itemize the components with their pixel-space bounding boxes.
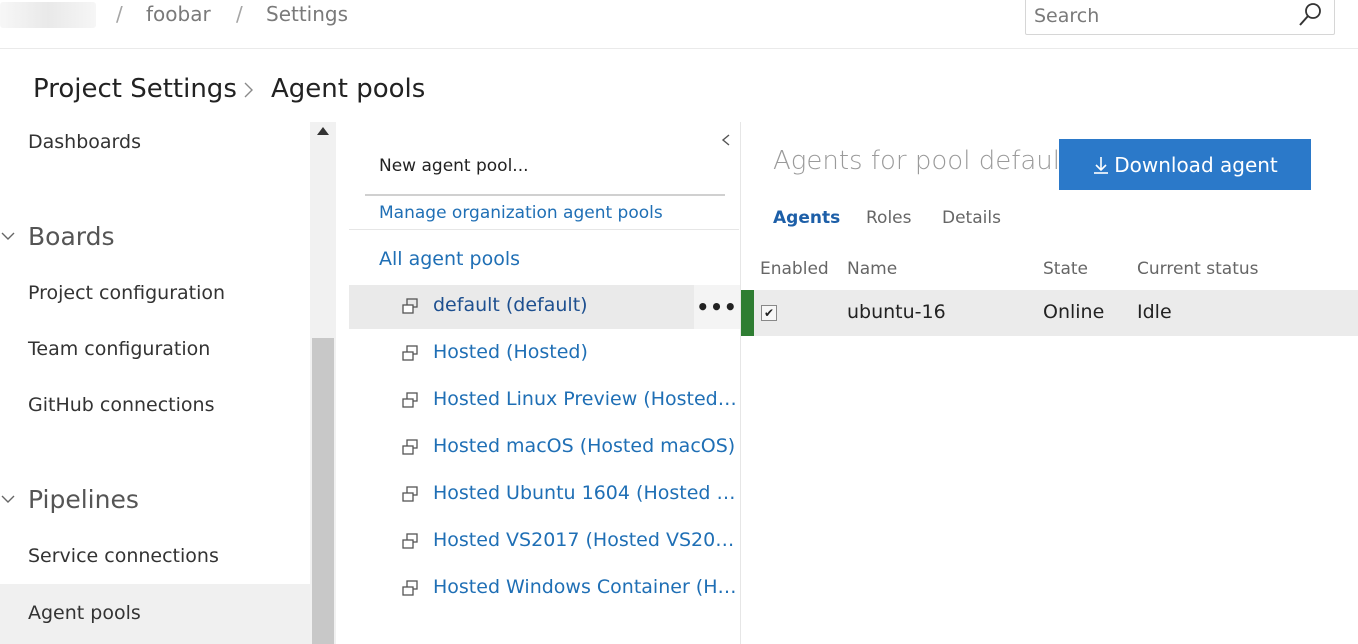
pool-item-label: Hosted Ubuntu 1604 (Hosted Ubuntu 1604) <box>433 482 738 504</box>
manage-organization-agent-pools-link[interactable]: Manage organization agent pools <box>379 203 663 223</box>
pool-item-hosted-ubuntu-1604[interactable]: Hosted Ubuntu 1604 (Hosted Ubuntu 1604) <box>349 473 740 517</box>
nav-item-dashboards[interactable]: Dashboards <box>28 131 141 153</box>
nav-item-github-connections[interactable]: GitHub connections <box>28 394 214 416</box>
agent-pool-icon <box>402 345 418 361</box>
divider <box>365 194 725 196</box>
pool-item-hosted-macos[interactable]: Hosted macOS (Hosted macOS) <box>349 426 740 470</box>
pool-item-label: Hosted Linux Preview (Hosted Linux Previ… <box>433 388 738 410</box>
agent-pool-icon <box>402 486 418 502</box>
enabled-checkbox[interactable]: ✔ <box>761 305 777 321</box>
scroll-up-arrow-icon[interactable] <box>316 126 330 136</box>
column-header-enabled[interactable]: Enabled <box>760 259 829 279</box>
search-box[interactable] <box>1025 0 1335 35</box>
new-agent-pool-button[interactable]: New agent pool... <box>379 156 529 176</box>
agents-panel-title: Agents for pool default <box>773 146 1071 176</box>
download-agent-button[interactable]: Download agent <box>1059 139 1311 190</box>
pool-item-hosted[interactable]: Hosted (Hosted) <box>349 332 740 376</box>
collapse-panel-chevron-icon[interactable] <box>720 132 732 148</box>
nav-item-project-configuration[interactable]: Project configuration <box>28 282 225 304</box>
pool-item-label: Hosted Windows Container (Hosted Windows… <box>433 576 738 598</box>
tab-agents[interactable]: Agents <box>773 208 840 228</box>
tab-roles[interactable]: Roles <box>866 208 912 228</box>
pool-item-label: Hosted VS2017 (Hosted VS2017) <box>433 529 738 551</box>
divider <box>349 229 739 230</box>
agent-current-status: Idle <box>1137 301 1172 323</box>
nav-scrollbar-thumb[interactable] <box>312 338 334 644</box>
agent-pool-icon <box>402 580 418 596</box>
agent-pool-icon <box>402 298 418 314</box>
agent-name[interactable]: ubuntu-16 <box>847 301 946 323</box>
chevron-right-icon <box>244 82 253 98</box>
pool-item-label: Hosted (Hosted) <box>433 341 588 363</box>
chevron-down-icon[interactable] <box>0 493 16 505</box>
tab-details[interactable]: Details <box>942 208 1001 228</box>
breadcrumb-separator: / <box>116 2 123 26</box>
pool-item-default[interactable]: default (default) ••• <box>349 285 740 329</box>
agent-pool-icon <box>402 439 418 455</box>
more-options-button[interactable]: ••• <box>694 285 740 329</box>
download-agent-label: Download agent <box>1114 152 1278 177</box>
column-header-state[interactable]: State <box>1043 259 1088 279</box>
search-input[interactable] <box>1034 3 1284 29</box>
nav-section-boards[interactable]: Boards <box>28 222 115 251</box>
breadcrumb-project[interactable]: foobar <box>146 2 211 26</box>
pool-item-hosted-linux-preview[interactable]: Hosted Linux Preview (Hosted Linux Previ… <box>349 379 740 423</box>
nav-item-team-configuration[interactable]: Team configuration <box>28 338 210 360</box>
agent-state: Online <box>1043 301 1105 323</box>
pool-item-label: default (default) <box>433 294 588 316</box>
page-title: Agent pools <box>271 74 426 104</box>
breadcrumb-settings[interactable]: Settings <box>266 2 348 26</box>
nav-item-service-connections[interactable]: Service connections <box>28 545 219 567</box>
pool-item-hosted-vs2017[interactable]: Hosted VS2017 (Hosted VS2017) <box>349 520 740 564</box>
nav-section-pipelines[interactable]: Pipelines <box>28 485 139 514</box>
breadcrumb-separator: / <box>236 2 243 26</box>
pool-item-hosted-windows-container[interactable]: Hosted Windows Container (Hosted Windows… <box>349 567 740 611</box>
organization-name-blurred[interactable] <box>0 2 96 28</box>
nav-item-agent-pools[interactable]: Agent pools <box>28 602 141 624</box>
table-row[interactable]: ✔ ubuntu-16 Online Idle <box>741 290 1358 336</box>
search-icon[interactable] <box>1296 1 1324 29</box>
all-agent-pools-link[interactable]: All agent pools <box>379 248 520 270</box>
agent-pool-icon <box>402 392 418 408</box>
column-header-name[interactable]: Name <box>847 259 897 279</box>
chevron-down-icon[interactable] <box>0 230 16 242</box>
agent-pool-icon <box>402 533 418 549</box>
column-header-current-status[interactable]: Current status <box>1137 259 1259 279</box>
online-status-indicator <box>741 290 754 336</box>
page-title-section[interactable]: Project Settings <box>33 74 237 104</box>
download-icon <box>1094 156 1109 174</box>
pool-item-label: Hosted macOS (Hosted macOS) <box>433 435 736 457</box>
